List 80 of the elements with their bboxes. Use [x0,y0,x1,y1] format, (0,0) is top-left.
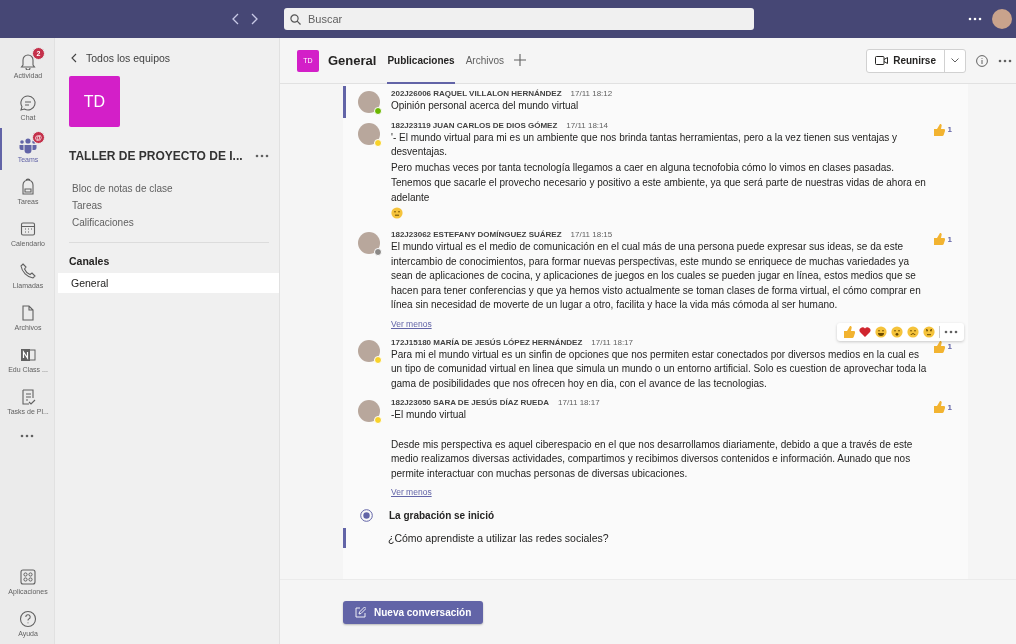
more-icon [255,154,269,158]
reaction[interactable]: 1 [932,401,952,413]
author-name: 202J26006 RAQUEL VILLALON HERNÁNDEZ [391,89,562,98]
thread-subject: ¿Cómo aprendiste a utilizar las redes sociales? [343,528,968,548]
avatar[interactable] [992,9,1012,29]
recording-icon [360,509,373,522]
channel-title: General [328,53,377,68]
author-name: 182J23050 SARA DE JESÚS DÍAZ RUEDA [391,398,549,407]
forward-icon [250,13,258,25]
surprised-face-icon [891,325,903,338]
thumbs-up-icon [932,340,945,353]
checklist-icon [19,387,37,406]
timestamp: 17/11 18:17 [591,337,633,347]
back-icon [232,13,240,25]
channel-item[interactable]: General [58,273,279,293]
timestamp: 17/11 18:12 [570,89,613,98]
message-text: Pero muchas veces por tanta tecnología llegamos a caer en alguna tecnofobia cómo lo vimos en clases pasadas. [391,160,896,175]
avatar [358,339,380,362]
avatar [358,232,380,254]
thumbs-up-icon [932,123,945,136]
search-icon [290,13,301,25]
reaction[interactable]: 1 [932,340,952,353]
search-box[interactable]: Buscar [284,8,754,30]
more-icon [968,17,982,21]
calendar-icon [19,219,37,238]
add-icon [514,53,527,66]
message-text: -El mundo virtual [391,408,468,422]
more-icon [998,58,1012,63]
message-text: Desde mis perspectiva es aquel ciberespacio en el que nos desarrollamos diariamente, debido a que a través de este medio realizamos diversas actividades, compartimos y recibimos diversos contenidos e información. Aunado que nos permite interactuar con muchas personas de diversas ubicaciones. [391,437,914,481]
back-link[interactable]: Todos los equipos [71,52,279,64]
message-text: Para mi el mundo virtual es un sinfin de opciones que nos permiten estar conectados por diversos medios en la cual es un tipo de comunidad virtual en linea que simula un mundo o un entorno artificial. Solo es cuestion de aprovechar toda la gama de posibilidades que nos ofrecen hoy en dia, con el avance de las tecnologias. [391,347,928,391]
event-text: La grabación se inició [389,510,495,521]
avatar [358,122,380,145]
compose-icon [355,606,366,618]
more-icon [944,329,958,334]
caret-icon [951,58,959,63]
new-conversation-button[interactable]: Nueva conversación [343,600,484,624]
message-text: '- El mundo virtual para mi es un ambiente que nos brinda tantas herramientas, pero a la vez tienen sus ventajas y desventajas. [391,130,899,159]
help-icon [19,609,37,628]
back-icon [71,53,77,63]
file-icon [19,303,37,322]
timestamp: 17/11 18:17 [558,398,600,407]
team-link[interactable]: Tareas [72,200,279,211]
emoji-icon [391,207,403,219]
video-camera-icon [875,56,889,65]
reaction[interactable]: 1 [932,233,952,245]
search-field[interactable]: Buscar [306,12,748,26]
angry-face-icon [923,325,935,338]
heart-icon [859,325,871,338]
timestamp: 17/11 18:14 [566,120,608,130]
team-name: TALLER DE PROYECTO DE I... [69,149,243,163]
sad-face-icon [907,325,919,338]
team-link[interactable]: Calificaciones [72,217,279,228]
more-icon [20,434,34,438]
reaction[interactable]: 1 [932,123,952,136]
thumbs-up-icon [932,233,945,245]
phone-icon [19,261,37,280]
see-less-link[interactable]: Ver menos [391,318,432,329]
see-less-link[interactable]: Ver menos [391,487,432,497]
message-text: Opinión personal acerca del mundo virtual [391,99,580,113]
apps-icon [19,567,37,586]
tab[interactable]: Archivos [465,38,505,84]
team-tile: TD [69,76,120,127]
message-text: Tenemos que sacarle el provecho necesario y positivo a este ambiente, ya que será parte de nuestras vidas de ahora en adelante [391,176,927,205]
message-text: El mundo virtual es el medio de comunicación en el cual más de una persona puede expresar sus ideas, se da este intercambio de conocimientos, para formar nuevas perspectivas, este mundo se enriquece de muchas variedades ya sean de aplicaciones de cocina, y aplicaciones de juegos en los cuales se pueden jugar en línea, estos medios que se hacen para tener conferencias y que ya hemos visto actualmente se toman clases de forma virtual, el cómo comprar en línea sin necesidad de moverte de un lugar a otro, facilita y hace la vida más cómoda al ser humano. [391,240,922,312]
author-name: 182J23062 ESTEFANY DOMÍNGUEZ SUÁREZ [391,230,562,239]
laughing-face-icon [875,325,887,338]
backpack-icon [19,177,37,196]
author-name: 172J15180 MARÍA DE JESÚS LÓPEZ HERNÁNDEZ [391,337,583,347]
timestamp: 17/11 18:15 [570,230,613,239]
chat-icon [19,93,37,112]
thumbs-up-icon [843,325,855,338]
section-heading: Canales [69,255,111,267]
team-link[interactable]: Bloc de notas de clase [72,183,279,194]
thumbs-up-icon [932,401,945,413]
author-name: 182J23119 JUAN CARLOS DE DIOS GÓMEZ [391,120,558,130]
bell-icon [19,51,37,70]
avatar [358,400,380,422]
info-icon [976,54,988,67]
avatar [358,91,380,113]
